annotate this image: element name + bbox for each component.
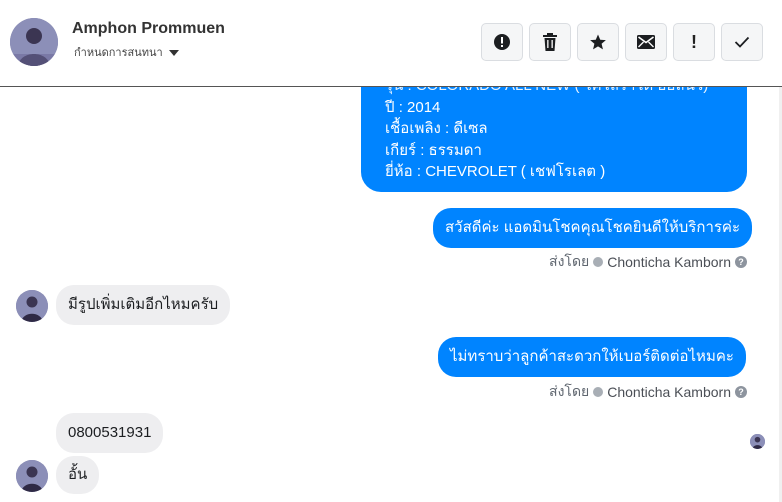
conversation-schedule-dropdown[interactable]: กำหนดการสนทนา [74,43,179,61]
product-gear-line: เกียร์ : ธรรมดา [385,141,482,159]
admin-phone-request-message: ไม่ทราบว่าลูกค้าสะดวกให้เบอร์ติดต่อไหมคะ [438,337,746,377]
verified-dot-icon [593,387,604,397]
admin-message-text: ไม่ทราบว่าลูกค้าสะดวกให้เบอร์ติดต่อไหมคะ [450,348,734,365]
customer-message: อั้น [56,456,100,494]
sent-by-label: ส่งโดย [549,253,590,269]
greeting-message: สวัสดีค่ะ แอดมินโชคคุณโชคยินดีให้บริการค… [433,208,753,248]
product-year-line: ปี : 2014 [385,98,441,116]
caret-down-icon [168,49,179,56]
customer-avatar[interactable] [16,290,48,322]
star-button[interactable] [577,23,619,61]
mail-icon [637,35,655,49]
customer-phone-message: 0800531931 [56,413,164,453]
alert-circle-icon [494,34,510,50]
conversation-schedule-label: กำหนดการสนทนา [74,47,163,59]
help-icon[interactable]: ? [735,256,747,268]
conversation-toolbar: ! [481,23,763,61]
product-fuel-line: เชื้อเพลิง : ดีเซล [385,120,488,137]
trash-icon [543,33,557,51]
mark-important-button[interactable]: ! [673,23,715,61]
mark-done-button[interactable] [721,23,763,61]
verified-dot-icon [593,257,604,267]
customer-message: มีรูปเพิ่มเติมอีกไหมครับ [56,285,231,325]
delete-button[interactable] [529,23,571,61]
star-icon [590,34,606,50]
greeting-text: สวัสดีค่ะ แอดมินโชคคุณโชคยินดีให้บริการค… [445,219,741,236]
mail-button[interactable] [625,23,667,61]
sent-by-row: ส่งโดย Chonticha Kamborn ? [549,251,747,273]
seen-avatar [750,434,765,449]
conversation-header: Amphon Prommuen กำหนดการสนทนา ! [0,0,782,87]
customer-phone-text: 0800531931 [68,424,152,441]
sent-by-row: ส่งโดย Chonticha Kamborn ? [549,381,747,403]
product-brand-line: ยี่ห้อ : CHEVROLET ( เชฟโรเลต ) [385,163,606,180]
customer-message-text: มีรูปเพิ่มเติมอีกไหมครับ [68,296,219,313]
sender-name[interactable]: Chonticha Kamborn [607,254,731,270]
sender-name[interactable]: Chonticha Kamborn [607,384,731,400]
product-model-line: รุ่น : COLORADO ALL NEW ( โคโลราโด ออลนิ… [385,87,733,97]
contact-name[interactable]: Amphon Prommuen [72,20,225,38]
customer-avatar[interactable] [16,460,48,492]
exclamation-icon: ! [691,31,697,52]
message-thread[interactable]: รุ่น : COLORADO ALL NEW ( โคโลราโด ออลนิ… [0,87,782,502]
sent-by-label: ส่งโดย [549,383,590,399]
product-info-message: รุ่น : COLORADO ALL NEW ( โคโลราโด ออลนิ… [361,87,747,192]
customer-message-text: อั้น [68,466,88,483]
report-button[interactable] [481,23,523,61]
check-icon [734,36,750,48]
help-icon[interactable]: ? [735,386,747,398]
contact-avatar[interactable] [10,18,58,66]
